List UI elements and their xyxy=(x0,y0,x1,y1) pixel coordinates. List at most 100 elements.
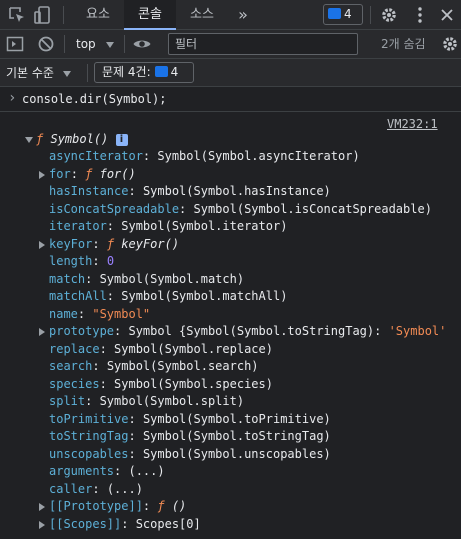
property-key: toPrimitive xyxy=(49,412,129,426)
property-value: (...) xyxy=(106,482,143,496)
property-line: [[Scopes]]: Scopes[0] xyxy=(49,517,201,531)
chevron-down-icon xyxy=(62,70,71,77)
context-selector[interactable]: top xyxy=(76,30,114,59)
issues-badge-button[interactable]: 4 xyxy=(323,4,363,25)
log-level-selector[interactable]: 기본 수준 xyxy=(6,59,71,87)
object-root-row[interactable]: ƒ Symbol() i xyxy=(0,131,461,148)
property-line: prototype: Symbol {Symbol(Symbol.toStrin… xyxy=(49,324,447,338)
property-line: toStringTag: Symbol(Symbol.toStringTag) xyxy=(49,429,331,443)
clear-console-icon[interactable] xyxy=(36,34,56,54)
root-label: ƒ Symbol() i xyxy=(36,131,128,148)
property-value: "Symbol" xyxy=(92,307,151,321)
property-line: matchAll: Symbol(Symbol.matchAll) xyxy=(49,289,288,303)
property-row: name: "Symbol" xyxy=(0,306,461,323)
property-row[interactable]: [[Prototype]]: ƒ () xyxy=(0,498,461,515)
expand-arrow-icon[interactable] xyxy=(39,171,45,179)
property-line: arguments: (...) xyxy=(49,464,165,478)
property-row: match: Symbol(Symbol.match) xyxy=(0,271,461,288)
property-row: toStringTag: Symbol(Symbol.toStringTag) xyxy=(0,428,461,445)
property-line: asyncIterator: Symbol(Symbol.asyncIterat… xyxy=(49,149,360,163)
device-toolbar-icon[interactable] xyxy=(33,5,53,25)
property-row[interactable]: [[Scopes]]: Scopes[0] xyxy=(0,516,461,533)
issues-label: 문제 4건: xyxy=(102,65,151,79)
more-tabs-button[interactable]: » xyxy=(228,0,258,30)
divider xyxy=(124,35,125,53)
property-line: toPrimitive: Symbol(Symbol.toPrimitive) xyxy=(49,412,331,426)
console-input-echo: › console.dir(Symbol); xyxy=(0,87,461,112)
issues-count: 4 xyxy=(170,65,179,79)
property-line: [[Prototype]]: ƒ () xyxy=(49,499,187,513)
filter-input[interactable] xyxy=(168,33,358,55)
console-output: › console.dir(Symbol); VM232:1 ƒ Symbol(… xyxy=(0,87,461,539)
expand-arrow-icon[interactable] xyxy=(39,241,45,249)
property-row: matchAll: Symbol(Symbol.matchAll) xyxy=(0,288,461,305)
divider xyxy=(370,6,371,24)
divider xyxy=(63,6,64,24)
property-key: for xyxy=(49,167,71,181)
property-key: keyFor xyxy=(49,237,93,251)
property-line: keyFor: ƒ keyFor() xyxy=(49,237,180,251)
tab-console[interactable]: 콘솔 xyxy=(124,0,176,30)
property-row: replace: Symbol(Symbol.replace) xyxy=(0,341,461,358)
property-line: replace: Symbol(Symbol.replace) xyxy=(49,342,273,356)
sidebar-toggle-icon[interactable] xyxy=(5,34,25,54)
property-row[interactable]: prototype: Symbol {Symbol(Symbol.toStrin… xyxy=(0,323,461,340)
issues-button[interactable]: 문제 4건: 4 xyxy=(94,62,194,83)
eye-icon[interactable] xyxy=(132,34,152,54)
property-value: Scopes[0] xyxy=(135,517,201,531)
property-line: iterator: Symbol(Symbol.iterator) xyxy=(49,219,288,233)
expand-arrow-icon[interactable] xyxy=(39,328,45,336)
property-value: ƒ keyFor() xyxy=(106,237,180,251)
property-key: match xyxy=(49,272,86,286)
inspect-element-icon[interactable] xyxy=(7,5,27,25)
property-value: Symbol(Symbol.species) xyxy=(114,377,273,391)
property-row: hasInstance: Symbol(Symbol.hasInstance) xyxy=(0,183,461,200)
expand-arrow-icon[interactable] xyxy=(25,137,33,143)
tab-label: 콘솔 xyxy=(138,7,162,22)
log-level-label: 기본 수준 xyxy=(6,66,54,80)
property-row: asyncIterator: Symbol(Symbol.asyncIterat… xyxy=(0,148,461,165)
tab-sources[interactable]: 소스 xyxy=(176,0,228,30)
property-key: length xyxy=(49,254,93,268)
property-line: length: 0 xyxy=(49,254,115,268)
gear-icon[interactable] xyxy=(379,5,399,25)
property-value: Symbol(Symbol.asyncIterator) xyxy=(157,149,360,163)
message-icon xyxy=(328,8,341,19)
hidden-count-label: 2개 숨김 xyxy=(381,37,426,51)
function-glyph: ƒ xyxy=(36,132,44,146)
property-key: isConcatSpreadable xyxy=(49,202,180,216)
property-key: [[Scopes]] xyxy=(49,517,122,531)
property-value: 0 xyxy=(106,254,115,268)
property-value: ƒ () xyxy=(157,499,187,513)
console-command: console.dir(Symbol); xyxy=(22,92,167,106)
property-row[interactable]: keyFor: ƒ keyFor() xyxy=(0,236,461,253)
property-value: Symbol(Symbol.split) xyxy=(99,394,245,408)
expand-arrow-icon[interactable] xyxy=(39,521,45,529)
property-row[interactable]: for: ƒ for() xyxy=(0,166,461,183)
property-row: isConcatSpreadable: Symbol(Symbol.isConc… xyxy=(0,201,461,218)
property-key: prototype xyxy=(49,324,115,338)
property-line: name: "Symbol" xyxy=(49,307,151,321)
close-icon[interactable] xyxy=(437,5,457,25)
expand-arrow-icon[interactable] xyxy=(39,503,45,511)
property-line: match: Symbol(Symbol.match) xyxy=(49,272,245,286)
property-line: species: Symbol(Symbol.species) xyxy=(49,377,273,391)
property-key: matchAll xyxy=(49,289,107,303)
info-icon[interactable]: i xyxy=(115,133,128,146)
console-settings-gear-icon[interactable] xyxy=(440,34,460,54)
property-key: name xyxy=(49,307,78,321)
property-value: ƒ for() xyxy=(85,167,136,181)
property-row: caller: (...) xyxy=(0,481,461,498)
prompt-icon: › xyxy=(8,90,17,106)
property-value: Symbol(Symbol.matchAll) xyxy=(121,289,288,303)
property-value: Symbol(Symbol.unscopables) xyxy=(142,447,331,461)
property-key: arguments xyxy=(49,464,115,478)
property-line: search: Symbol(Symbol.search) xyxy=(49,359,259,373)
kebab-menu-icon[interactable] xyxy=(410,5,430,25)
property-row: arguments: (...) xyxy=(0,463,461,480)
issues-badge-count: 4 xyxy=(344,7,352,21)
tab-elements[interactable]: 요소 xyxy=(72,0,124,30)
property-key: replace xyxy=(49,342,100,356)
divider xyxy=(87,64,88,82)
property-row: split: Symbol(Symbol.split) xyxy=(0,393,461,410)
